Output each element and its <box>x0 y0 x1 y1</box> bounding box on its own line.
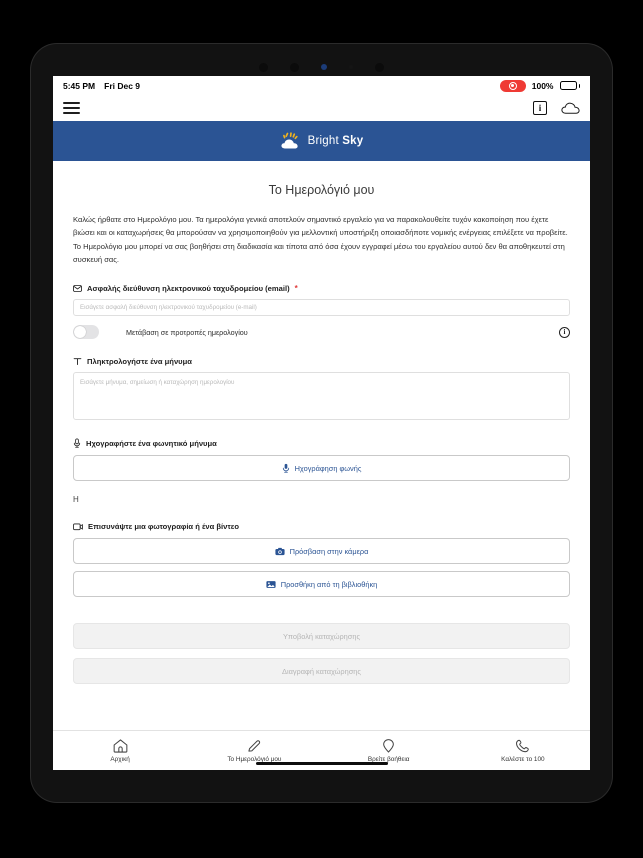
voice-label-text: Ηχογραφήστε ένα φωνητικό μήνυμα <box>86 438 217 448</box>
tab-call-100[interactable]: Καλέστε το 100 <box>456 739 590 763</box>
diary-prompts-toggle-row: Μετάβαση σε προτροπές ημερολογίου i <box>73 325 570 340</box>
pencil-icon <box>247 739 262 753</box>
battery-percent-label: 100% <box>531 80 554 91</box>
open-camera-button[interactable]: Πρόσβαση στην κάμερα <box>73 538 570 565</box>
record-voice-button[interactable]: Ηχογράφηση φωνής <box>73 455 570 482</box>
image-icon <box>266 580 276 589</box>
email-field-label: Ασφαλής διεύθυνση ηλεκτρονικού ταχυδρομε… <box>73 284 570 293</box>
brand-name: Bright Sky <box>308 135 364 147</box>
toggle-knob <box>74 326 86 339</box>
attachment-label-text: Επισυνάψτε μια φωτογραφία ή ένα βίντεο <box>88 522 239 532</box>
tab-home[interactable]: Αρχική <box>53 738 187 763</box>
sun-behind-cloud-icon <box>280 132 302 150</box>
microphone-icon <box>282 463 290 473</box>
microphone-icon <box>73 438 81 448</box>
location-pin-icon <box>382 738 395 753</box>
diary-prompts-toggle-label: Μετάβαση σε προτροπές ημερολογίου <box>126 327 248 337</box>
hamburger-menu-icon[interactable] <box>63 102 80 114</box>
email-input[interactable]: Εισάγετε ασφαλή διεύθυνση ηλεκτρονικού τ… <box>73 299 570 317</box>
information-circle-icon[interactable]: i <box>559 326 570 338</box>
device-screen: 5:45 PM Fri Dec 9 100% i Bright Sky Το Η… <box>53 76 590 770</box>
tab-find-help[interactable]: Βρείτε βοήθεια <box>322 738 456 763</box>
email-label-text: Ασφαλής διεύθυνση ηλεκτρονικού ταχυδρομε… <box>87 284 290 294</box>
record-voice-button-label: Ηχογράφηση φωνής <box>294 463 362 473</box>
app-nav-bar: i <box>53 95 590 121</box>
add-from-library-button-label: Προσθήκη από τη βιβλιοθήκη <box>280 579 378 589</box>
status-bar: 5:45 PM Fri Dec 9 100% <box>53 76 590 95</box>
page-title: Το Ημερολόγιό μου <box>268 183 375 197</box>
add-from-library-button[interactable]: Προσθήκη από τη βιβλιοθήκη <box>73 571 570 598</box>
device-sensor-array <box>31 60 612 74</box>
tab-home-label: Αρχική <box>110 755 130 763</box>
message-field-label: Πληκτρολογήστε ένα μήνυμα <box>73 357 570 366</box>
tab-call-100-label: Καλέστε το 100 <box>501 755 545 763</box>
photo-video-icon <box>73 522 83 531</box>
status-time: 5:45 PM <box>63 80 96 91</box>
status-date: Fri Dec 9 <box>104 80 141 91</box>
sensor-dot-small <box>349 65 353 69</box>
sensor-dot <box>259 62 268 72</box>
stray-text: Η <box>73 495 79 505</box>
message-placeholder: Εισάγετε μήνυμα, σημείωση ή καταχώρηση η… <box>80 379 235 387</box>
message-textarea[interactable]: Εισάγετε μήνυμα, σημείωση ή καταχώρηση η… <box>73 372 570 421</box>
attachment-section: Επισυνάψτε μια φωτογραφία ή ένα βίντεο Π… <box>53 522 590 685</box>
message-label-text: Πληκτρολογήστε ένα μήνυμα <box>87 357 192 367</box>
submit-entry-button-label: Υποβολή καταχώρησης <box>282 631 361 641</box>
form-section: Ασφαλής διεύθυνση ηλεκτρονικού ταχυδρομε… <box>53 284 590 482</box>
information-icon[interactable]: i <box>533 101 547 115</box>
open-camera-button-label: Πρόσβαση στην κάμερα <box>289 546 369 556</box>
intro-paragraph: Καλώς ήρθατε στο Ημερολόγιο μου. Τα ημερ… <box>73 215 568 264</box>
front-camera-lens <box>290 62 299 72</box>
brand-header: Bright Sky <box>53 121 590 161</box>
diary-prompts-toggle[interactable] <box>73 325 99 340</box>
tablet-device-frame: 5:45 PM Fri Dec 9 100% i Bright Sky Το Η… <box>31 44 612 802</box>
envelope-icon <box>73 284 82 293</box>
voice-field-label: Ηχογραφήστε ένα φωνητικό μήνυμα <box>73 438 570 448</box>
home-icon <box>113 738 128 753</box>
required-asterisk: * <box>294 284 298 294</box>
brand-name-light: Bright <box>307 135 343 147</box>
attachment-field-label: Επισυνάψτε μια φωτογραφία ή ένα βίντεο <box>73 522 570 531</box>
sensor-dot-blue <box>321 64 327 70</box>
delete-entry-button-label: Διαγραφή καταχώρησης <box>282 666 361 676</box>
page-content: Το Ημερολόγιό μου Καλώς ήρθατε στο Ημερο… <box>53 161 590 730</box>
phone-icon <box>515 739 530 753</box>
home-indicator[interactable] <box>255 761 388 765</box>
camera-icon <box>275 547 285 556</box>
battery-charging-icon <box>559 81 580 90</box>
text-format-icon <box>73 357 82 366</box>
screen-record-icon <box>499 79 526 92</box>
cloud-icon[interactable] <box>561 102 580 114</box>
submit-entry-button[interactable]: Υποβολή καταχώρησης <box>73 623 570 650</box>
brand-name-bold: Sky <box>342 135 364 147</box>
tab-my-diary[interactable]: Το Ημερολόγιό μου <box>187 739 321 763</box>
email-placeholder: Εισάγετε ασφαλή διεύθυνση ηλεκτρονικού τ… <box>80 304 257 312</box>
sensor-dot <box>375 62 384 72</box>
delete-entry-button[interactable]: Διαγραφή καταχώρησης <box>73 658 570 685</box>
